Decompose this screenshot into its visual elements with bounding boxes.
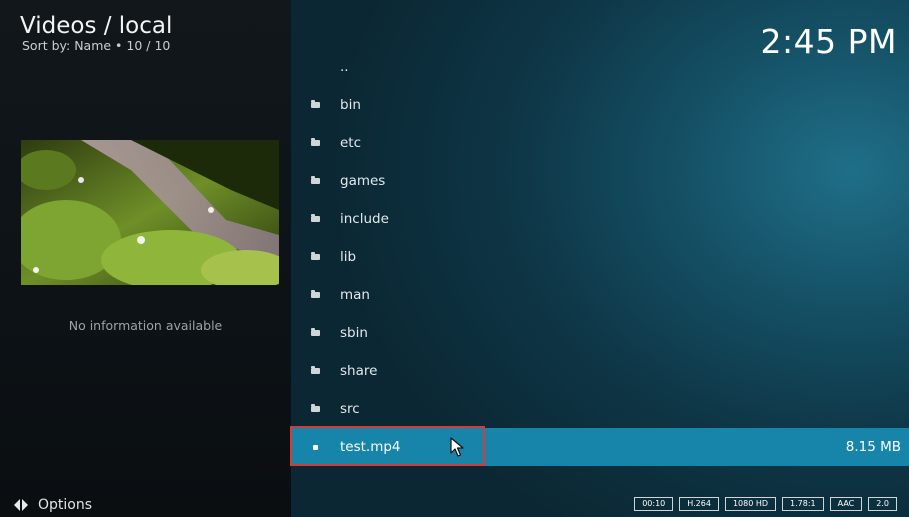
no-info-text: No information available xyxy=(68,318,223,333)
list-item-include[interactable]: include xyxy=(291,200,909,238)
list-item-man[interactable]: man xyxy=(291,276,909,314)
list-item-label: games xyxy=(340,173,386,189)
list-item-games[interactable]: games xyxy=(291,162,909,200)
list-item-share[interactable]: share xyxy=(291,352,909,390)
media-info-badges: 00:10 H.264 1080 HD 1.78:1 AAC 2.0 xyxy=(634,497,897,511)
codec-badge: H.264 xyxy=(679,497,719,511)
file-browser-panel: 2:45 PM .. bin etc games include lib man xyxy=(290,0,909,517)
list-item-label: test.mp4 xyxy=(340,439,401,455)
sort-status: Sort by: Name • 10 / 10 xyxy=(22,38,171,53)
list-item-sbin[interactable]: sbin xyxy=(291,314,909,352)
audio-codec-badge: AAC xyxy=(829,497,863,511)
folder-icon xyxy=(311,290,320,298)
info-panel: Videos / local Sort by: Name • 10 / 10 N… xyxy=(0,0,291,517)
folder-icon xyxy=(311,214,320,222)
list-item-test-mp4[interactable]: test.mp4 8.15 MB xyxy=(290,426,909,466)
page-title: Videos / local xyxy=(20,13,173,39)
list-item-etc[interactable]: etc xyxy=(291,124,909,162)
list-item-label: .. xyxy=(340,59,349,75)
folder-icon xyxy=(311,404,320,412)
list-item-label: sbin xyxy=(340,325,368,341)
folder-icon xyxy=(311,366,320,374)
list-item-label: share xyxy=(340,363,378,379)
audio-channels-badge: 2.0 xyxy=(868,497,897,511)
options-icon xyxy=(14,499,28,511)
list-item-label: man xyxy=(340,287,370,303)
folder-icon xyxy=(311,100,320,108)
list-item-lib[interactable]: lib xyxy=(291,238,909,276)
folder-icon xyxy=(311,328,320,336)
options-label: Options xyxy=(38,497,93,513)
list-item-label: lib xyxy=(340,249,357,265)
list-item-label: src xyxy=(340,401,360,417)
list-item-bin[interactable]: bin xyxy=(291,86,909,124)
mouse-pointer-icon xyxy=(450,437,464,457)
list-item-label: etc xyxy=(340,135,362,151)
thumbnail-image xyxy=(21,140,279,285)
list-item-src[interactable]: src xyxy=(291,390,909,428)
file-size: 8.15 MB xyxy=(845,439,901,455)
folder-icon xyxy=(311,176,320,184)
list-item-label: bin xyxy=(340,97,361,113)
video-thumbnail xyxy=(21,140,279,285)
list-item-label: include xyxy=(340,211,389,227)
folder-icon xyxy=(311,252,320,260)
list-item-parent[interactable]: .. xyxy=(291,48,909,86)
duration-badge: 00:10 xyxy=(634,497,674,511)
file-icon xyxy=(313,445,318,450)
resolution-badge: 1080 HD xyxy=(724,497,777,511)
file-list: .. bin etc games include lib man sbin sh… xyxy=(290,48,909,466)
folder-icon xyxy=(311,138,320,146)
aspect-badge: 1.78:1 xyxy=(782,497,824,511)
options-button[interactable]: Options xyxy=(12,496,92,514)
